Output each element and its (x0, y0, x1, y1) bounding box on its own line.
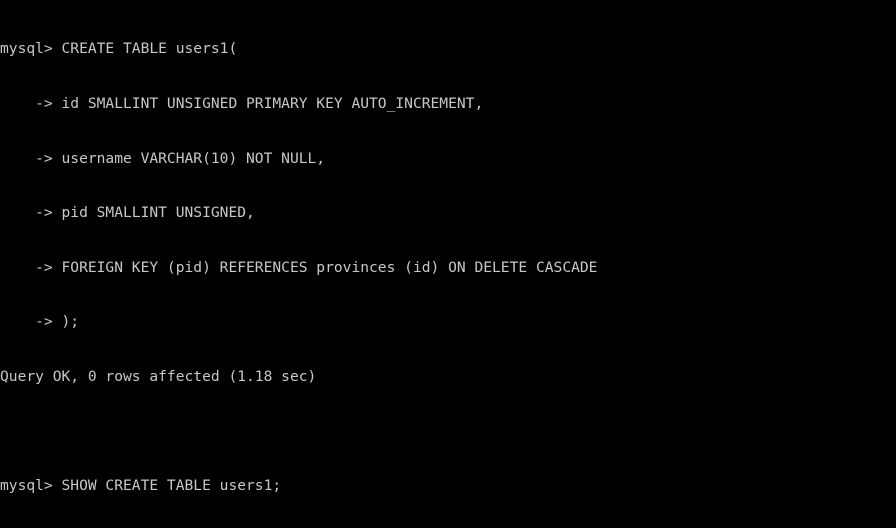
terminal-line: -> id SMALLINT UNSIGNED PRIMARY KEY AUTO… (0, 95, 484, 112)
terminal-line: mysql> CREATE TABLE users1( (0, 40, 238, 58)
terminal-line: -> ); (0, 313, 80, 331)
terminal-line: -> FOREIGN KEY (pid) REFERENCES province… (0, 258, 598, 276)
terminal-line: Query OK, 0 rows affected (1.18 sec) (0, 367, 317, 385)
terminal-line: -> pid SMALLINT UNSIGNED, (0, 204, 255, 222)
terminal-screen[interactable]: mysql> CREATE TABLE users1( -> id SMALLI… (0, 0, 896, 528)
terminal-line: -> username VARCHAR(10) NOT NULL, (0, 149, 326, 167)
terminal-line: mysql> SHOW CREATE TABLE users1; (0, 477, 282, 495)
